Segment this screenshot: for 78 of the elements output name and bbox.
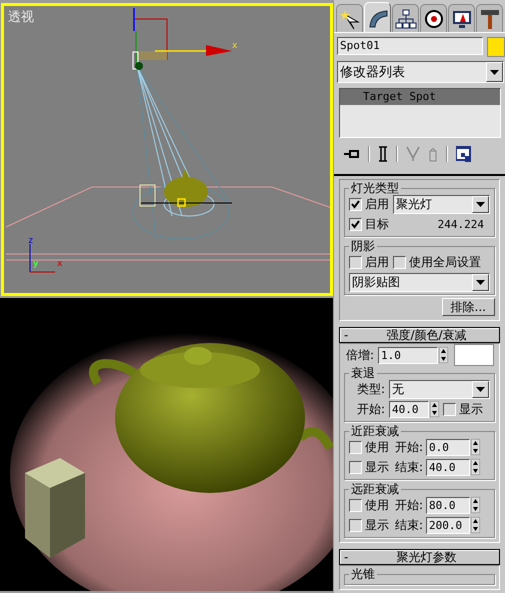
checkbox[interactable] — [393, 256, 406, 269]
checkbox[interactable] — [349, 460, 362, 474]
group-title: 灯光类型 — [350, 182, 400, 196]
dropdown[interactable]: 无 — [389, 380, 490, 399]
checkbox[interactable] — [349, 518, 362, 532]
rollout-header[interactable]: - 聚光灯参数 — [339, 549, 500, 566]
hammer-icon — [478, 8, 500, 30]
field-label: 结束: — [395, 458, 424, 476]
panel-tab[interactable] — [448, 4, 475, 32]
number-field[interactable]: 40.0 — [389, 400, 430, 418]
panel-tab[interactable] — [420, 4, 447, 32]
field-label: 开始: — [357, 400, 386, 418]
group-title: 阴影 — [350, 240, 376, 254]
rollout-header[interactable]: - 强度/颜色/衰减 — [339, 327, 500, 344]
dropdown[interactable]: 聚光灯 — [393, 194, 490, 214]
number-field[interactable]: 200.0 — [426, 516, 470, 534]
stack-item[interactable]: Target Spot — [340, 89, 500, 105]
caret-icon — [476, 280, 485, 285]
number-field[interactable]: 0.0 — [426, 438, 470, 456]
group-title: 远距衰减 — [350, 483, 400, 496]
checkbox-label: 使用 — [365, 496, 389, 514]
axis-label: x — [232, 42, 238, 51]
field-label: 结束: — [395, 516, 424, 534]
panel-tab[interactable] — [392, 4, 419, 32]
group-title: 衰退 — [350, 367, 376, 380]
dropdown[interactable]: 修改器列表 — [337, 61, 504, 83]
checkbox[interactable] — [349, 440, 362, 454]
wheel-icon — [422, 8, 444, 30]
viewport-label: 透视 — [8, 9, 34, 26]
field-label: 开始: — [395, 496, 424, 514]
configure-icon[interactable] — [456, 146, 472, 162]
panel-tab[interactable] — [336, 4, 363, 32]
checkbox[interactable] — [443, 402, 456, 416]
name-field[interactable]: Spot01 — [337, 37, 484, 55]
group-title: 光锥 — [350, 568, 376, 582]
caret-icon — [490, 70, 499, 74]
checkbox-label: 启用 — [365, 196, 389, 213]
box-wireframe — [140, 184, 156, 206]
number-field[interactable]: 1.0 — [378, 346, 438, 364]
checkbox-label: 启用 — [365, 254, 389, 271]
value-text: 244.224 — [438, 218, 485, 231]
checkbox[interactable] — [349, 198, 362, 211]
spotlight-icon[interactable] — [135, 62, 143, 70]
checkbox-label: 显示 — [365, 516, 389, 534]
checkbox-label: 显示 — [365, 458, 389, 476]
move-gizmo[interactable] — [132, 8, 232, 70]
field-label: 类型: — [357, 380, 386, 398]
checkbox[interactable] — [349, 498, 362, 512]
checkbox-label: 目标 — [365, 216, 389, 233]
axis-tripod-icon — [30, 244, 56, 272]
checkbox[interactable] — [349, 218, 362, 231]
group-title: 近距衰减 — [350, 425, 400, 438]
spinner-arrows-icon[interactable] — [471, 497, 480, 514]
number-field[interactable]: 40.0 — [426, 458, 470, 476]
hierarchy-icon — [394, 8, 416, 30]
caret-icon — [476, 386, 485, 392]
color-swatch[interactable] — [454, 344, 494, 366]
spinner-arrows-icon[interactable] — [471, 517, 480, 534]
checkbox-label: 显示 — [459, 400, 484, 418]
axis-label: x — [57, 260, 62, 269]
spinner-arrows-icon[interactable] — [471, 459, 480, 476]
field-label: 开始: — [395, 438, 424, 456]
spinner-arrows-icon[interactable] — [471, 439, 480, 456]
axis-label: z — [28, 237, 34, 246]
dropdown[interactable]: 阴影贴图 — [349, 272, 490, 292]
spinner-arrows-icon[interactable] — [430, 401, 440, 418]
checkbox-label: 使用 — [365, 438, 389, 456]
checkbox-label: 使用全局设置 — [409, 254, 481, 271]
axis-label: y — [33, 260, 38, 269]
ibeam-icon[interactable] — [378, 146, 388, 162]
teapot-wireframe — [164, 169, 208, 207]
color-swatch[interactable] — [487, 37, 505, 57]
spinner-arrows-icon[interactable] — [439, 347, 448, 364]
checkbox[interactable] — [349, 256, 362, 269]
caret-icon — [476, 202, 485, 207]
exclude-button[interactable]: 排除... — [442, 298, 495, 316]
field-label: 倍增: — [346, 346, 374, 364]
number-field[interactable]: 80.0 — [426, 496, 470, 514]
